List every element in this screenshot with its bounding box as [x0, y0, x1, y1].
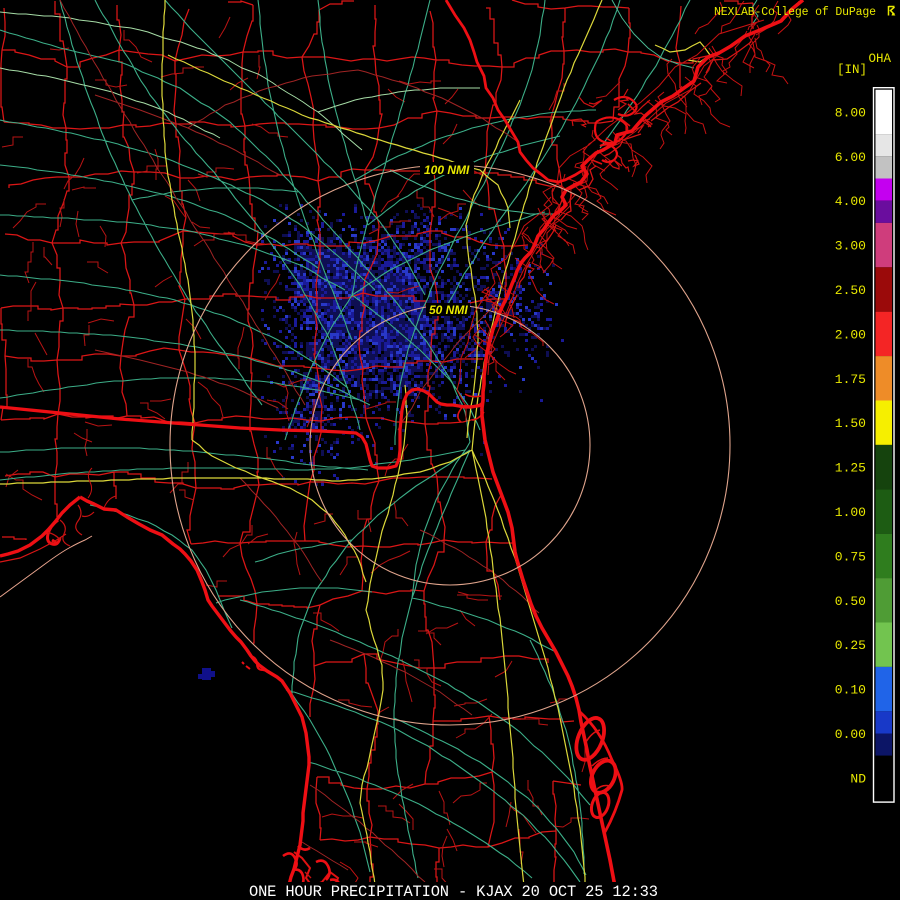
- svg-text:1.75: 1.75: [835, 372, 866, 387]
- svg-text:3.00: 3.00: [835, 239, 866, 254]
- svg-text:4.00: 4.00: [835, 194, 866, 209]
- svg-text:[IN]: [IN]: [837, 63, 867, 77]
- svg-text:ONE HOUR PRECIPITATION - KJAX: ONE HOUR PRECIPITATION - KJAX 20 OCT 25 …: [249, 883, 658, 900]
- svg-text:0.75: 0.75: [835, 549, 866, 564]
- svg-text:OHA: OHA: [868, 52, 891, 66]
- svg-text:2.00: 2.00: [835, 327, 866, 342]
- svg-text:0.00: 0.00: [835, 727, 866, 742]
- svg-text:0.25: 0.25: [835, 638, 866, 653]
- svg-text:6.00: 6.00: [835, 150, 866, 165]
- svg-text:2.50: 2.50: [835, 283, 866, 298]
- svg-text:0.50: 0.50: [835, 594, 866, 609]
- svg-text:1.00: 1.00: [835, 505, 866, 520]
- svg-text:50 NMI: 50 NMI: [429, 303, 468, 317]
- svg-text:8.00: 8.00: [835, 105, 866, 120]
- svg-text:100 NMI: 100 NMI: [424, 163, 470, 177]
- svg-text:1.25: 1.25: [835, 461, 866, 476]
- svg-text:0.10: 0.10: [835, 683, 866, 698]
- svg-text:1.50: 1.50: [835, 416, 866, 431]
- svg-text:ND: ND: [850, 771, 866, 786]
- svg-text:NEXLAB-College of DuPage: NEXLAB-College of DuPage: [714, 6, 876, 19]
